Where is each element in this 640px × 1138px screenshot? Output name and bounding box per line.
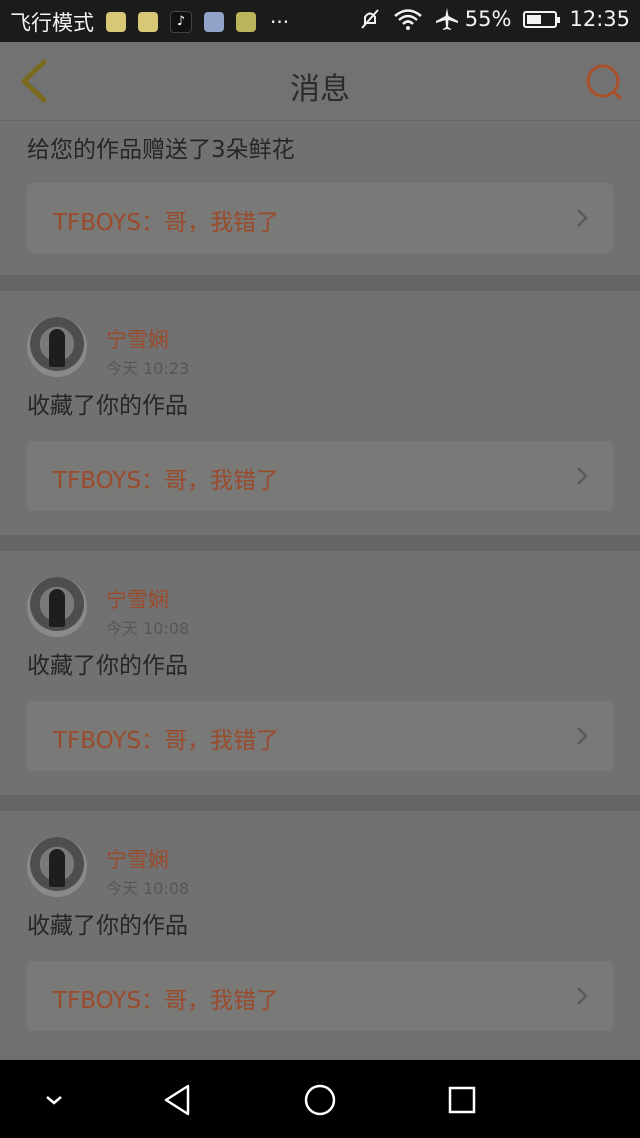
avatar[interactable] (27, 837, 87, 897)
chevron-right-icon (577, 727, 588, 745)
chevron-right-icon (577, 467, 588, 485)
hide-keyboard-icon[interactable] (34, 1080, 74, 1120)
work-link[interactable]: TFBOYS：哥，我错了 (27, 441, 613, 511)
photo-app-icon (204, 12, 224, 32)
work-link[interactable]: TFBOYS：哥，我错了 (27, 961, 613, 1031)
work-title: TFBOYS：哥，我错了 (53, 728, 280, 754)
chevron-right-icon (577, 209, 588, 227)
medal-app-icon (236, 12, 256, 32)
nav-home-icon[interactable] (300, 1080, 340, 1120)
message-time: 今天 10:08 (106, 879, 190, 898)
work-title: TFBOYS：哥，我错了 (53, 468, 280, 494)
status-left: 飞行模式 ♪ ··· (10, 7, 289, 37)
work-link[interactable]: TFBOYS：哥，我错了 (27, 701, 613, 771)
card-divider (0, 535, 640, 551)
battery-percent: 55% (464, 7, 512, 31)
wifi-icon (393, 9, 422, 30)
card-divider (0, 275, 640, 291)
user-row: 宁雪娴 今天 10:23 (0, 291, 640, 378)
nav-back-icon[interactable] (158, 1080, 198, 1120)
message-action: 收藏了你的作品 (27, 653, 188, 679)
status-bar: 飞行模式 ♪ ··· 55% 12:35 (0, 0, 640, 42)
qq-icon (106, 12, 126, 32)
work-title: TFBOYS：哥，我错了 (53, 988, 280, 1014)
message-action: 收藏了你的作品 (27, 913, 188, 939)
message-time: 今天 10:08 (106, 619, 190, 638)
work-title: TFBOYS：哥，我错了 (53, 210, 280, 236)
tiktok-icon: ♪ (170, 11, 192, 33)
message-feed[interactable]: 给您的作品赠送了3朵鲜花 TFBOYS：哥，我错了 宁雪娴 今天 10:23 收… (0, 121, 640, 1060)
status-right: 55% 12:35 (347, 7, 630, 31)
user-name[interactable]: 宁雪娴 (106, 324, 169, 354)
message-card: 给您的作品赠送了3朵鲜花 TFBOYS：哥，我错了 (0, 121, 640, 275)
battery-icon (523, 10, 561, 28)
message-card: 宁雪娴 今天 10:08 收藏了你的作品 TFBOYS：哥，我错了 (0, 811, 640, 1055)
message-card: 宁雪娴 今天 10:08 收藏了你的作品 TFBOYS：哥，我错了 (0, 551, 640, 795)
user-row: 宁雪娴 今天 10:08 (0, 551, 640, 638)
chevron-right-icon (577, 987, 588, 1005)
user-name[interactable]: 宁雪娴 (106, 584, 169, 614)
avatar[interactable] (27, 577, 87, 637)
airplane-mode-label: 飞行模式 (10, 11, 94, 35)
message-action: 给您的作品赠送了3朵鲜花 (27, 137, 295, 163)
more-notifications-icon: ··· (270, 10, 290, 34)
system-nav-bar (0, 1060, 640, 1138)
user-row: 宁雪娴 今天 10:08 (0, 811, 640, 898)
clock: 12:35 (569, 7, 630, 31)
page-title: 消息 (290, 72, 350, 107)
user-name[interactable]: 宁雪娴 (106, 844, 169, 874)
search-icon[interactable] (584, 62, 624, 102)
qq-icon (138, 12, 158, 32)
header-bar: 消息 (0, 42, 640, 121)
nav-recents-icon[interactable] (442, 1080, 482, 1120)
message-time: 今天 10:23 (106, 359, 190, 378)
airplane-icon (435, 8, 458, 30)
card-divider (0, 795, 640, 811)
avatar[interactable] (27, 317, 87, 377)
work-link[interactable]: TFBOYS：哥，我错了 (27, 183, 613, 253)
message-card: 宁雪娴 今天 10:23 收藏了你的作品 TFBOYS：哥，我错了 (0, 291, 640, 535)
message-action: 收藏了你的作品 (27, 393, 188, 419)
mute-icon (361, 9, 379, 29)
